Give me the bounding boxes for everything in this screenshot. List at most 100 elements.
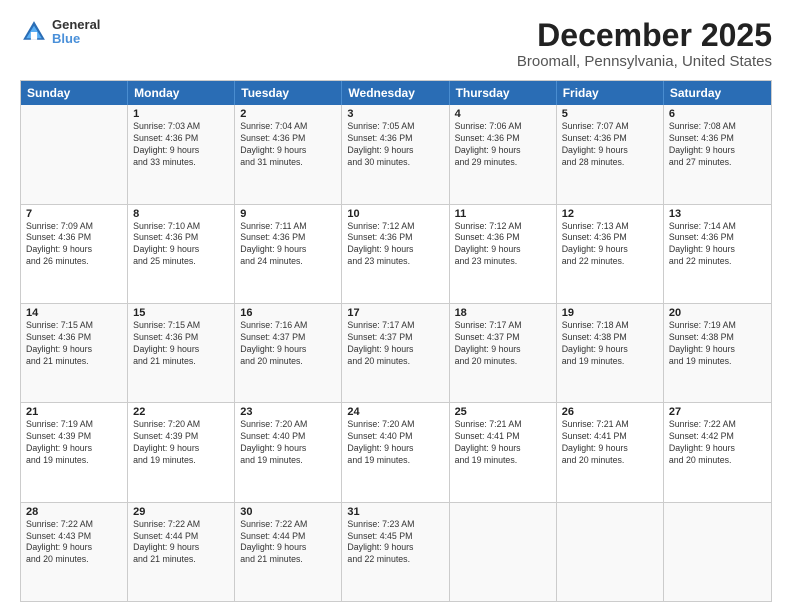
calendar-cell: 28Sunrise: 7:22 AM Sunset: 4:43 PM Dayli…	[21, 503, 128, 601]
day-number: 11	[455, 208, 551, 220]
day-number: 17	[347, 307, 443, 319]
day-info: Sunrise: 7:20 AM Sunset: 4:40 PM Dayligh…	[347, 419, 443, 467]
calendar-cell: 21Sunrise: 7:19 AM Sunset: 4:39 PM Dayli…	[21, 403, 128, 501]
calendar-cell: 4Sunrise: 7:06 AM Sunset: 4:36 PM Daylig…	[450, 105, 557, 203]
calendar-cell: 25Sunrise: 7:21 AM Sunset: 4:41 PM Dayli…	[450, 403, 557, 501]
calendar-cell: 18Sunrise: 7:17 AM Sunset: 4:37 PM Dayli…	[450, 304, 557, 402]
calendar-cell: 14Sunrise: 7:15 AM Sunset: 4:36 PM Dayli…	[21, 304, 128, 402]
calendar-cell	[557, 503, 664, 601]
day-info: Sunrise: 7:12 AM Sunset: 4:36 PM Dayligh…	[347, 221, 443, 269]
logo-line2: Blue	[52, 32, 100, 46]
weekday-header-sunday: Sunday	[21, 81, 128, 105]
day-info: Sunrise: 7:06 AM Sunset: 4:36 PM Dayligh…	[455, 121, 551, 169]
calendar-cell: 7Sunrise: 7:09 AM Sunset: 4:36 PM Daylig…	[21, 205, 128, 303]
day-number: 26	[562, 406, 658, 418]
calendar-cell: 13Sunrise: 7:14 AM Sunset: 4:36 PM Dayli…	[664, 205, 771, 303]
calendar-cell: 10Sunrise: 7:12 AM Sunset: 4:36 PM Dayli…	[342, 205, 449, 303]
day-info: Sunrise: 7:07 AM Sunset: 4:36 PM Dayligh…	[562, 121, 658, 169]
calendar-cell: 31Sunrise: 7:23 AM Sunset: 4:45 PM Dayli…	[342, 503, 449, 601]
day-info: Sunrise: 7:21 AM Sunset: 4:41 PM Dayligh…	[562, 419, 658, 467]
day-number: 18	[455, 307, 551, 319]
day-info: Sunrise: 7:17 AM Sunset: 4:37 PM Dayligh…	[455, 320, 551, 368]
calendar-cell	[450, 503, 557, 601]
calendar-cell: 30Sunrise: 7:22 AM Sunset: 4:44 PM Dayli…	[235, 503, 342, 601]
main-title: December 2025	[517, 18, 772, 53]
day-number: 25	[455, 406, 551, 418]
logo: General Blue	[20, 18, 100, 47]
day-number: 19	[562, 307, 658, 319]
day-number: 9	[240, 208, 336, 220]
calendar-cell: 2Sunrise: 7:04 AM Sunset: 4:36 PM Daylig…	[235, 105, 342, 203]
day-number: 2	[240, 108, 336, 120]
day-number: 27	[669, 406, 766, 418]
calendar-cell: 19Sunrise: 7:18 AM Sunset: 4:38 PM Dayli…	[557, 304, 664, 402]
calendar-row-4: 28Sunrise: 7:22 AM Sunset: 4:43 PM Dayli…	[21, 502, 771, 601]
calendar-cell: 17Sunrise: 7:17 AM Sunset: 4:37 PM Dayli…	[342, 304, 449, 402]
day-number: 8	[133, 208, 229, 220]
weekday-header-thursday: Thursday	[450, 81, 557, 105]
calendar-cell: 24Sunrise: 7:20 AM Sunset: 4:40 PM Dayli…	[342, 403, 449, 501]
day-number: 29	[133, 506, 229, 518]
day-number: 16	[240, 307, 336, 319]
calendar-cell: 23Sunrise: 7:20 AM Sunset: 4:40 PM Dayli…	[235, 403, 342, 501]
day-number: 28	[26, 506, 122, 518]
day-info: Sunrise: 7:15 AM Sunset: 4:36 PM Dayligh…	[26, 320, 122, 368]
day-number: 15	[133, 307, 229, 319]
day-info: Sunrise: 7:22 AM Sunset: 4:44 PM Dayligh…	[240, 519, 336, 567]
calendar-row-3: 21Sunrise: 7:19 AM Sunset: 4:39 PM Dayli…	[21, 402, 771, 501]
day-number: 14	[26, 307, 122, 319]
day-number: 23	[240, 406, 336, 418]
day-info: Sunrise: 7:04 AM Sunset: 4:36 PM Dayligh…	[240, 121, 336, 169]
day-info: Sunrise: 7:05 AM Sunset: 4:36 PM Dayligh…	[347, 121, 443, 169]
calendar-cell: 6Sunrise: 7:08 AM Sunset: 4:36 PM Daylig…	[664, 105, 771, 203]
day-info: Sunrise: 7:18 AM Sunset: 4:38 PM Dayligh…	[562, 320, 658, 368]
day-info: Sunrise: 7:08 AM Sunset: 4:36 PM Dayligh…	[669, 121, 766, 169]
calendar-cell: 3Sunrise: 7:05 AM Sunset: 4:36 PM Daylig…	[342, 105, 449, 203]
calendar-cell: 22Sunrise: 7:20 AM Sunset: 4:39 PM Dayli…	[128, 403, 235, 501]
logo-icon	[20, 18, 48, 46]
calendar-cell: 15Sunrise: 7:15 AM Sunset: 4:36 PM Dayli…	[128, 304, 235, 402]
day-number: 4	[455, 108, 551, 120]
day-number: 10	[347, 208, 443, 220]
calendar-cell: 9Sunrise: 7:11 AM Sunset: 4:36 PM Daylig…	[235, 205, 342, 303]
day-info: Sunrise: 7:15 AM Sunset: 4:36 PM Dayligh…	[133, 320, 229, 368]
day-info: Sunrise: 7:10 AM Sunset: 4:36 PM Dayligh…	[133, 221, 229, 269]
subtitle: Broomall, Pennsylvania, United States	[517, 53, 772, 70]
day-number: 6	[669, 108, 766, 120]
day-info: Sunrise: 7:22 AM Sunset: 4:43 PM Dayligh…	[26, 519, 122, 567]
day-info: Sunrise: 7:14 AM Sunset: 4:36 PM Dayligh…	[669, 221, 766, 269]
calendar-cell: 1Sunrise: 7:03 AM Sunset: 4:36 PM Daylig…	[128, 105, 235, 203]
calendar-row-2: 14Sunrise: 7:15 AM Sunset: 4:36 PM Dayli…	[21, 303, 771, 402]
calendar-cell: 11Sunrise: 7:12 AM Sunset: 4:36 PM Dayli…	[450, 205, 557, 303]
day-number: 12	[562, 208, 658, 220]
day-number: 21	[26, 406, 122, 418]
calendar-header: SundayMondayTuesdayWednesdayThursdayFrid…	[21, 81, 771, 105]
logo-line1: General	[52, 18, 100, 32]
day-info: Sunrise: 7:22 AM Sunset: 4:44 PM Dayligh…	[133, 519, 229, 567]
day-info: Sunrise: 7:09 AM Sunset: 4:36 PM Dayligh…	[26, 221, 122, 269]
day-info: Sunrise: 7:20 AM Sunset: 4:39 PM Dayligh…	[133, 419, 229, 467]
day-number: 7	[26, 208, 122, 220]
calendar-cell	[664, 503, 771, 601]
day-number: 31	[347, 506, 443, 518]
calendar-cell: 26Sunrise: 7:21 AM Sunset: 4:41 PM Dayli…	[557, 403, 664, 501]
calendar-cell: 20Sunrise: 7:19 AM Sunset: 4:38 PM Dayli…	[664, 304, 771, 402]
calendar-body: 1Sunrise: 7:03 AM Sunset: 4:36 PM Daylig…	[21, 105, 771, 601]
day-number: 30	[240, 506, 336, 518]
day-info: Sunrise: 7:19 AM Sunset: 4:38 PM Dayligh…	[669, 320, 766, 368]
day-info: Sunrise: 7:22 AM Sunset: 4:42 PM Dayligh…	[669, 419, 766, 467]
weekday-header-wednesday: Wednesday	[342, 81, 449, 105]
day-number: 3	[347, 108, 443, 120]
weekday-header-monday: Monday	[128, 81, 235, 105]
weekday-header-tuesday: Tuesday	[235, 81, 342, 105]
weekday-header-saturday: Saturday	[664, 81, 771, 105]
calendar-row-0: 1Sunrise: 7:03 AM Sunset: 4:36 PM Daylig…	[21, 105, 771, 203]
day-info: Sunrise: 7:21 AM Sunset: 4:41 PM Dayligh…	[455, 419, 551, 467]
calendar-row-1: 7Sunrise: 7:09 AM Sunset: 4:36 PM Daylig…	[21, 204, 771, 303]
calendar-cell: 8Sunrise: 7:10 AM Sunset: 4:36 PM Daylig…	[128, 205, 235, 303]
day-info: Sunrise: 7:16 AM Sunset: 4:37 PM Dayligh…	[240, 320, 336, 368]
day-number: 1	[133, 108, 229, 120]
calendar-cell	[21, 105, 128, 203]
page: General Blue December 2025 Broomall, Pen…	[0, 0, 792, 612]
title-block: December 2025 Broomall, Pennsylvania, Un…	[517, 18, 772, 70]
